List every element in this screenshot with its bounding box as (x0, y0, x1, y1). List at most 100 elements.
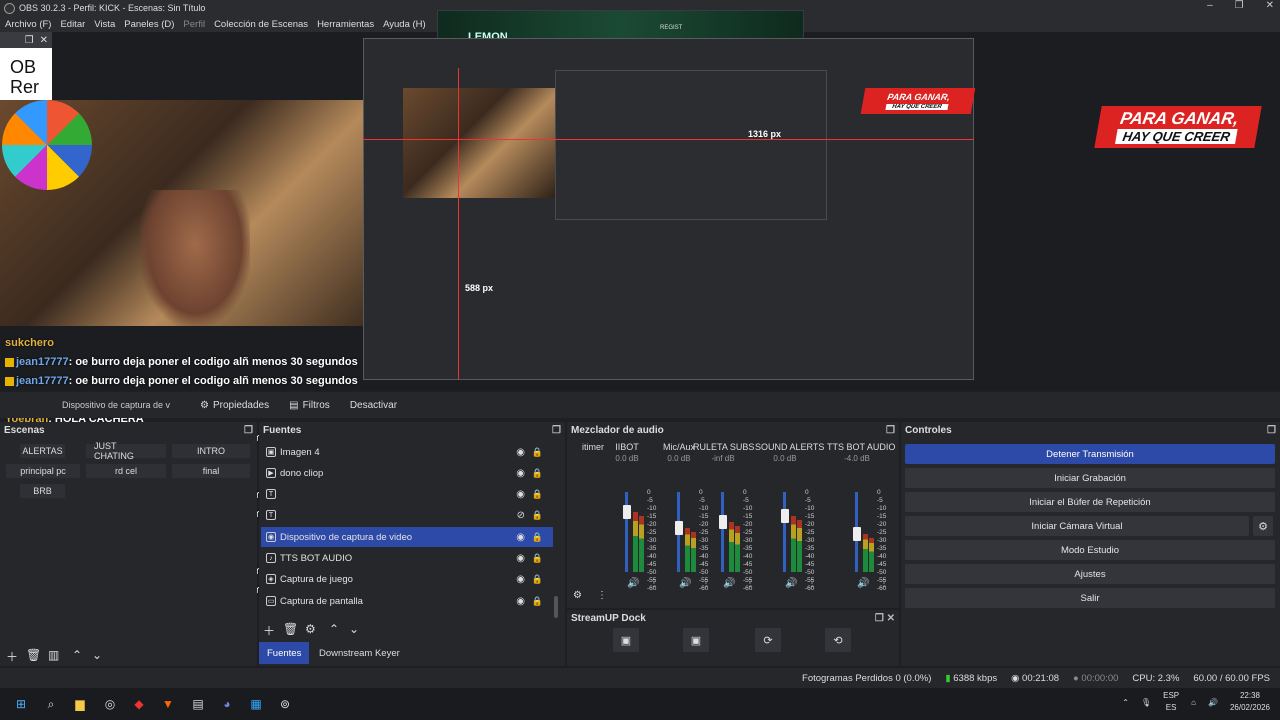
menu-coleccion-escenas[interactable]: Colección de Escenas (214, 19, 308, 30)
add-scene-icon[interactable]: ＋ (6, 648, 18, 665)
streamup-action-1[interactable]: ▣ (613, 628, 639, 652)
source-item[interactable]: T ◉ 🔒 (261, 484, 553, 504)
volume-fader-track[interactable] (721, 492, 724, 572)
source-item[interactable]: T ⊘ 🔒 (261, 505, 553, 525)
properties-button[interactable]: ⚙ Propiedades (192, 394, 277, 416)
source-item[interactable]: ▶ dono cliop ◉ 🔒 (261, 463, 553, 483)
scene-filters-icon[interactable]: ▥ (48, 648, 59, 662)
obs-taskbar-icon[interactable]: ◎ (100, 694, 120, 714)
virtual-camera-settings-icon[interactable]: ⚙ (1253, 516, 1273, 536)
speaker-icon[interactable]: 🔊 (627, 578, 639, 589)
speaker-icon[interactable]: 🔊 (857, 578, 869, 589)
file-explorer-icon[interactable]: ▆ (70, 694, 90, 714)
speaker-icon[interactable]: 🔊 (723, 578, 735, 589)
channel-menu-icon[interactable]: ⋮ (879, 578, 889, 589)
tab-fuentes[interactable]: Fuentes (259, 642, 310, 664)
scene-tag-alertas[interactable]: ALERTAS (20, 444, 65, 458)
language-indicator[interactable]: ESP ES (1163, 690, 1179, 714)
source-down-icon[interactable]: ⌄ (349, 622, 359, 636)
channel-menu-icon[interactable]: ⋮ (807, 578, 817, 589)
brave-browser-icon[interactable]: ▼ (158, 694, 178, 714)
mixer-settings-icon[interactable]: ⚙ (573, 590, 582, 601)
lock-icon[interactable]: 🔒 (532, 447, 543, 458)
lock-icon[interactable]: 🔒 (532, 574, 543, 585)
app-window-icon[interactable]: ▤ (188, 694, 208, 714)
lock-icon[interactable]: 🔒 (532, 468, 543, 479)
undock-icon[interactable]: ❐ (244, 425, 253, 436)
minimize-button[interactable]: – (1207, 0, 1213, 11)
stop-streaming-button[interactable]: Detener Transmisión (905, 444, 1275, 464)
undock-icon[interactable]: ❐ (25, 35, 34, 46)
start-replay-buffer-button[interactable]: Iniciar el Búfer de Repetición (905, 492, 1275, 512)
microphone-icon[interactable]: 🎙 (1141, 698, 1151, 707)
eye-icon[interactable]: ◉ (516, 489, 525, 500)
clock[interactable]: 22:38 26/02/2026 (1230, 690, 1270, 714)
streamup-action-4[interactable]: ⟲ (825, 628, 851, 652)
streamup-action-2[interactable]: ▣ (683, 628, 709, 652)
lock-icon[interactable]: 🔒 (532, 596, 543, 607)
menu-herramientas[interactable]: Herramientas (317, 19, 374, 30)
undock-icon[interactable]: ❐ (1267, 425, 1276, 436)
scene-tag-intro[interactable]: INTRO (172, 444, 250, 458)
app-red-icon[interactable]: ◆ (129, 694, 149, 714)
source-properties-icon[interactable]: ⚙ (305, 622, 316, 636)
discord-icon[interactable]: ◕ (217, 694, 237, 714)
menu-vista[interactable]: Vista (94, 19, 115, 30)
deactivate-button[interactable]: Desactivar (342, 394, 405, 416)
app-circle-icon[interactable]: ⊚ (275, 694, 295, 714)
volume-fader-track[interactable] (783, 492, 786, 572)
volume-fader-knob[interactable] (781, 509, 789, 523)
eye-icon[interactable]: ◉ (516, 574, 525, 585)
close-dock-icon[interactable]: ✕ (40, 35, 48, 46)
settings-button[interactable]: Ajustes (905, 564, 1275, 584)
scene-tag-principal-pc[interactable]: principal pc (6, 464, 80, 478)
start-recording-button[interactable]: Iniciar Grabación (905, 468, 1275, 488)
speaker-icon[interactable]: 🔊 (785, 578, 797, 589)
eye-icon[interactable]: ◉ (516, 553, 525, 564)
search-icon[interactable]: ⌕ (41, 694, 61, 714)
volume-fader-knob[interactable] (675, 521, 683, 535)
volume-fader-knob[interactable] (853, 526, 861, 541)
scene-tag-brb[interactable]: BRB (20, 484, 65, 498)
eye-icon[interactable]: ◉ (516, 447, 525, 458)
exit-button[interactable]: Salir (905, 588, 1275, 608)
volume-icon[interactable]: 🔊 (1208, 698, 1218, 707)
studio-mode-button[interactable]: Modo Estudio (905, 540, 1275, 560)
volume-fader-track[interactable] (625, 492, 628, 572)
notes-icon[interactable]: ▦ (246, 694, 266, 714)
menu-ayuda[interactable]: Ayuda (H) (383, 19, 426, 30)
dock-close-icon[interactable]: ❐ ✕ (875, 613, 895, 624)
menu-archivo[interactable]: Archivo (F) (5, 19, 51, 30)
lock-icon[interactable]: 🔒 (532, 553, 543, 564)
tab-downstream-keyer[interactable]: Downstream Keyer (311, 642, 408, 664)
tray-chevron-icon[interactable]: ⌃ (1122, 698, 1129, 707)
eye-icon[interactable]: ◉ (516, 596, 525, 607)
streamup-action-3[interactable]: ⟳ (755, 628, 781, 652)
maximize-button[interactable]: ❐ (1235, 0, 1244, 11)
source-item[interactable]: ◉ Dispositivo de captura de video ◉ 🔒 (261, 527, 553, 547)
volume-fader-knob[interactable] (623, 505, 631, 519)
eye-icon[interactable]: ◉ (516, 532, 525, 543)
move-up-icon[interactable]: ⌃ (72, 648, 82, 662)
sources-scrollbar[interactable] (554, 596, 558, 618)
add-source-icon[interactable]: ＋ (263, 622, 275, 639)
volume-fader-knob[interactable] (719, 515, 727, 530)
move-down-icon[interactable]: ⌄ (92, 648, 102, 662)
filters-button[interactable]: ▤ Filtros (281, 394, 338, 416)
mixer-menu-icon[interactable]: ⋮ (597, 590, 607, 601)
source-item[interactable]: ♪ TTS BOT AUDIO ◉ 🔒 (261, 548, 553, 568)
lock-icon[interactable]: 🔒 (532, 532, 543, 543)
source-item[interactable]: ▭ Captura de pantalla ◉ 🔒 (261, 591, 553, 611)
menu-editar[interactable]: Editar (60, 19, 85, 30)
undock-icon[interactable]: ❐ (552, 425, 561, 436)
lock-icon[interactable]: 🔒 (532, 489, 543, 500)
undock-icon[interactable]: ❐ (886, 425, 895, 436)
scene-tag-just-chating[interactable]: JUST CHATING (86, 441, 166, 461)
menu-paneles[interactable]: Paneles (D) (124, 19, 174, 30)
scene-tag-rd-cel[interactable]: rd cel (86, 464, 166, 478)
start-virtual-camera-button[interactable]: Iniciar Cámara Virtual (905, 516, 1249, 536)
network-icon[interactable]: ⌂ (1191, 698, 1196, 707)
eye-icon[interactable]: ◉ (516, 468, 525, 479)
source-up-icon[interactable]: ⌃ (329, 622, 339, 636)
source-item[interactable]: ▣ Imagen 4 ◉ 🔒 (261, 442, 553, 462)
